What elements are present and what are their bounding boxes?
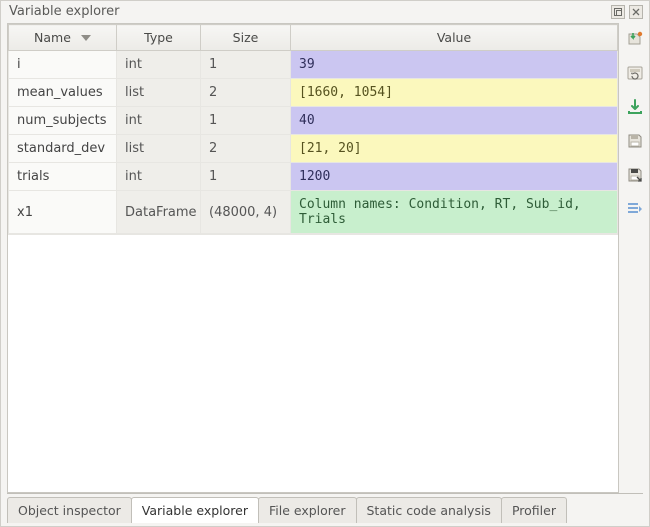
save-icon[interactable] bbox=[625, 131, 645, 151]
cell-size: 2 bbox=[201, 79, 291, 107]
table-header-row: Name Type Size Value bbox=[9, 25, 618, 51]
cell-type: int bbox=[117, 51, 201, 79]
table-row[interactable]: x1DataFrame(48000, 4)Column names: Condi… bbox=[9, 191, 618, 234]
import-icon[interactable] bbox=[625, 29, 645, 49]
cell-name: i bbox=[9, 51, 117, 79]
tab-profiler[interactable]: Profiler bbox=[501, 497, 567, 523]
cell-name: num_subjects bbox=[9, 107, 117, 135]
cell-name: mean_values bbox=[9, 79, 117, 107]
sort-indicator-icon bbox=[81, 35, 91, 41]
col-header-size[interactable]: Size bbox=[201, 25, 291, 51]
table-row[interactable]: num_subjectsint140 bbox=[9, 107, 618, 135]
panel-title: Variable explorer bbox=[9, 4, 119, 19]
table-row[interactable]: trialsint11200 bbox=[9, 163, 618, 191]
cell-name: standard_dev bbox=[9, 135, 117, 163]
variable-explorer-panel: Variable explorer Name bbox=[0, 0, 650, 527]
cell-size: 1 bbox=[201, 163, 291, 191]
save-as-icon[interactable] bbox=[625, 165, 645, 185]
cell-name: trials bbox=[9, 163, 117, 191]
col-header-name-label: Name bbox=[34, 30, 71, 45]
cell-type: int bbox=[117, 107, 201, 135]
tab-variable-explorer[interactable]: Variable explorer bbox=[131, 497, 259, 523]
tab-static-code-analysis[interactable]: Static code analysis bbox=[356, 497, 502, 523]
col-header-type[interactable]: Type bbox=[117, 25, 201, 51]
cell-size: 1 bbox=[201, 107, 291, 135]
cell-type: int bbox=[117, 163, 201, 191]
import-data-icon[interactable] bbox=[625, 97, 645, 117]
table-row[interactable]: iint139 bbox=[9, 51, 618, 79]
tab-object-inspector[interactable]: Object inspector bbox=[7, 497, 132, 523]
cell-type: DataFrame bbox=[117, 191, 201, 234]
table-empty-area bbox=[8, 234, 618, 492]
cell-value[interactable]: Column names: Condition, RT, Sub_id, Tri… bbox=[291, 191, 618, 234]
cell-value[interactable]: 39 bbox=[291, 51, 618, 79]
toolbar bbox=[621, 23, 649, 493]
cell-name: x1 bbox=[9, 191, 117, 234]
col-header-value[interactable]: Value bbox=[291, 25, 618, 51]
cell-size: (48000, 4) bbox=[201, 191, 291, 234]
cell-value[interactable]: [21, 20] bbox=[291, 135, 618, 163]
options-icon[interactable] bbox=[625, 199, 645, 219]
cell-value[interactable]: 40 bbox=[291, 107, 618, 135]
table-row[interactable]: standard_devlist2[21, 20] bbox=[9, 135, 618, 163]
variables-table[interactable]: Name Type Size Value iint139mean_valuesl… bbox=[8, 24, 618, 234]
refresh-icon[interactable] bbox=[625, 63, 645, 83]
close-panel-button[interactable] bbox=[629, 5, 643, 19]
cell-type: list bbox=[117, 135, 201, 163]
cell-size: 2 bbox=[201, 135, 291, 163]
panel-titlebar: Variable explorer bbox=[1, 1, 649, 23]
bottom-tabbar: Object inspectorVariable explorerFile ex… bbox=[1, 496, 649, 526]
cell-type: list bbox=[117, 79, 201, 107]
table-row[interactable]: mean_valueslist2[1660, 1054] bbox=[9, 79, 618, 107]
col-header-name[interactable]: Name bbox=[9, 25, 117, 51]
tab-file-explorer[interactable]: File explorer bbox=[258, 497, 357, 523]
undock-button[interactable] bbox=[611, 5, 625, 19]
cell-value[interactable]: 1200 bbox=[291, 163, 618, 191]
variables-table-container: Name Type Size Value iint139mean_valuesl… bbox=[7, 23, 619, 493]
cell-value[interactable]: [1660, 1054] bbox=[291, 79, 618, 107]
cell-size: 1 bbox=[201, 51, 291, 79]
